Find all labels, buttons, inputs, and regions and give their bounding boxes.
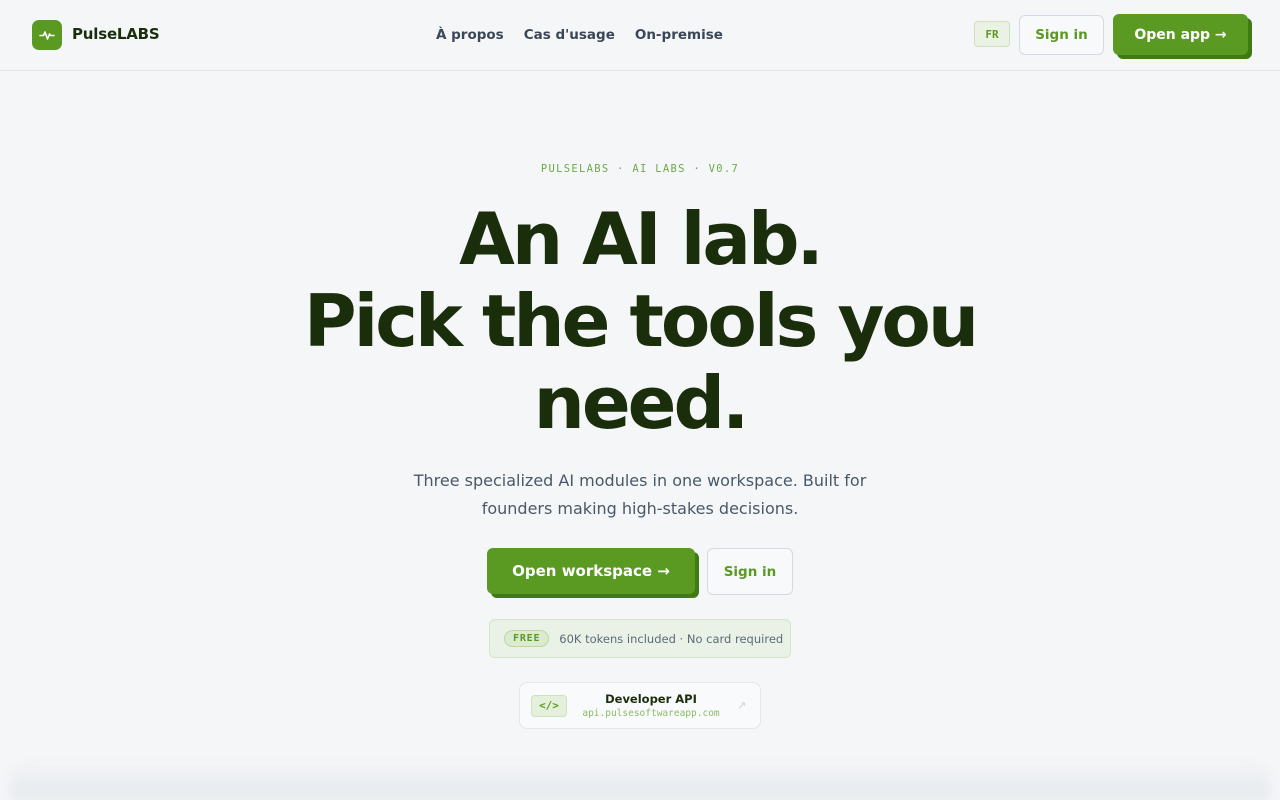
- nav-links: À propos Cas d'usage On-premise: [436, 27, 723, 43]
- sign-in-button[interactable]: Sign in: [1019, 15, 1104, 55]
- free-tier-text: 60K tokens included · No card required: [559, 631, 784, 646]
- hero-sign-in-button[interactable]: Sign in: [707, 548, 793, 595]
- api-text-group: Developer API api.pulsesoftwareapp.com: [577, 692, 725, 719]
- developer-api-link[interactable]: </> Developer API api.pulsesoftwareapp.c…: [519, 682, 761, 729]
- api-url: api.pulsesoftwareapp.com: [582, 708, 720, 719]
- logo-mark[interactable]: [32, 20, 62, 50]
- hero-headline: An AI lab. Pick the tools you need.: [0, 198, 1280, 444]
- headline-line-3: need.: [533, 361, 750, 445]
- hero-eyebrow: PULSELABS · AI LABS · V0.7: [540, 163, 740, 175]
- free-tier-notice: FREE 60K tokens included · No card requi…: [489, 619, 791, 658]
- nav-link-about[interactable]: À propos: [436, 27, 504, 43]
- nav-link-on-premise[interactable]: On-premise: [635, 27, 723, 43]
- code-icon: </>: [531, 694, 567, 717]
- open-workspace-button[interactable]: Open workspace →: [487, 548, 695, 594]
- headline-line-1: An AI lab.: [459, 197, 824, 281]
- hero-subtitle: Three specialized AI modules in one work…: [413, 471, 867, 518]
- bottom-panel-shadow: [10, 760, 1270, 800]
- api-title: Developer API: [605, 692, 697, 706]
- brand-name[interactable]: PulseLABS: [72, 25, 160, 43]
- nav-link-use-cases[interactable]: Cas d'usage: [524, 27, 615, 43]
- language-toggle[interactable]: FR: [974, 21, 1010, 47]
- free-badge: FREE: [504, 630, 550, 647]
- open-app-button[interactable]: Open app →: [1113, 14, 1248, 55]
- pulse-icon: [39, 31, 55, 40]
- headline-line-2: Pick the tools you: [303, 279, 979, 363]
- top-nav: PulseLABS À propos Cas d'usage On-premis…: [0, 0, 1280, 71]
- external-link-icon: ↗: [737, 699, 747, 712]
